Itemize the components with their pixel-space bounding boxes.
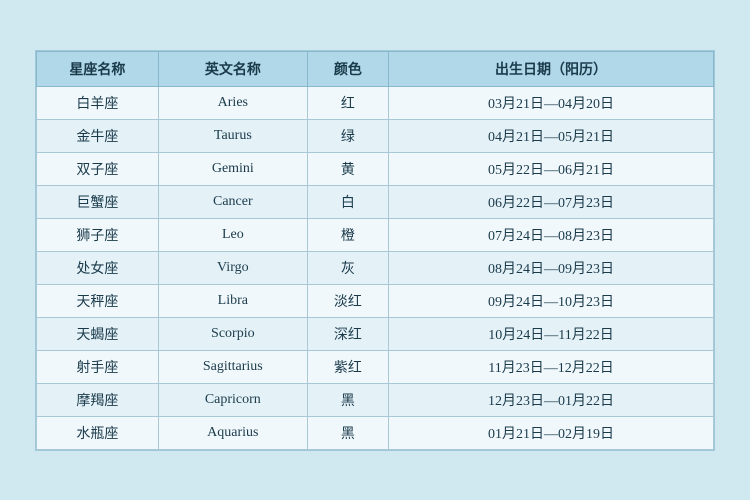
table-row: 水瓶座Aquarius黑01月21日—02月19日	[37, 416, 714, 449]
table-row: 处女座Virgo灰08月24日—09月23日	[37, 251, 714, 284]
table-body: 白羊座Aries红03月21日—04月20日金牛座Taurus绿04月21日—0…	[37, 86, 714, 449]
cell-color: 淡红	[307, 284, 388, 317]
table-row: 金牛座Taurus绿04月21日—05月21日	[37, 119, 714, 152]
cell-color: 黑	[307, 383, 388, 416]
cell-color: 红	[307, 86, 388, 119]
cell-date: 10月24日—11月22日	[389, 317, 714, 350]
cell-chinese: 狮子座	[37, 218, 159, 251]
table-row: 射手座Sagittarius紫红11月23日—12月22日	[37, 350, 714, 383]
header-color: 颜色	[307, 51, 388, 86]
cell-chinese: 水瓶座	[37, 416, 159, 449]
cell-date: 05月22日—06月21日	[389, 152, 714, 185]
cell-color: 白	[307, 185, 388, 218]
table-row: 双子座Gemini黄05月22日—06月21日	[37, 152, 714, 185]
cell-chinese: 射手座	[37, 350, 159, 383]
cell-english: Sagittarius	[158, 350, 307, 383]
cell-english: Gemini	[158, 152, 307, 185]
cell-chinese: 摩羯座	[37, 383, 159, 416]
cell-date: 11月23日—12月22日	[389, 350, 714, 383]
cell-chinese: 金牛座	[37, 119, 159, 152]
cell-chinese: 白羊座	[37, 86, 159, 119]
table-row: 狮子座Leo橙07月24日—08月23日	[37, 218, 714, 251]
cell-english: Cancer	[158, 185, 307, 218]
table-row: 天蝎座Scorpio深红10月24日—11月22日	[37, 317, 714, 350]
header-date: 出生日期（阳历）	[389, 51, 714, 86]
table-header-row: 星座名称 英文名称 颜色 出生日期（阳历）	[37, 51, 714, 86]
cell-chinese: 处女座	[37, 251, 159, 284]
cell-english: Leo	[158, 218, 307, 251]
cell-english: Libra	[158, 284, 307, 317]
table-row: 摩羯座Capricorn黑12月23日—01月22日	[37, 383, 714, 416]
cell-date: 09月24日—10月23日	[389, 284, 714, 317]
cell-color: 黑	[307, 416, 388, 449]
cell-date: 01月21日—02月19日	[389, 416, 714, 449]
cell-color: 黄	[307, 152, 388, 185]
zodiac-table: 星座名称 英文名称 颜色 出生日期（阳历） 白羊座Aries红03月21日—04…	[36, 51, 714, 450]
cell-english: Aquarius	[158, 416, 307, 449]
cell-color: 橙	[307, 218, 388, 251]
zodiac-table-container: 星座名称 英文名称 颜色 出生日期（阳历） 白羊座Aries红03月21日—04…	[35, 50, 715, 451]
cell-chinese: 巨蟹座	[37, 185, 159, 218]
table-row: 白羊座Aries红03月21日—04月20日	[37, 86, 714, 119]
header-chinese: 星座名称	[37, 51, 159, 86]
cell-english: Capricorn	[158, 383, 307, 416]
cell-date: 06月22日—07月23日	[389, 185, 714, 218]
cell-color: 绿	[307, 119, 388, 152]
cell-date: 04月21日—05月21日	[389, 119, 714, 152]
table-row: 天秤座Libra淡红09月24日—10月23日	[37, 284, 714, 317]
header-english: 英文名称	[158, 51, 307, 86]
cell-chinese: 天秤座	[37, 284, 159, 317]
cell-english: Taurus	[158, 119, 307, 152]
cell-chinese: 双子座	[37, 152, 159, 185]
cell-date: 03月21日—04月20日	[389, 86, 714, 119]
cell-color: 深红	[307, 317, 388, 350]
table-row: 巨蟹座Cancer白06月22日—07月23日	[37, 185, 714, 218]
cell-color: 灰	[307, 251, 388, 284]
cell-date: 12月23日—01月22日	[389, 383, 714, 416]
cell-date: 07月24日—08月23日	[389, 218, 714, 251]
cell-color: 紫红	[307, 350, 388, 383]
cell-chinese: 天蝎座	[37, 317, 159, 350]
cell-english: Aries	[158, 86, 307, 119]
cell-english: Virgo	[158, 251, 307, 284]
cell-date: 08月24日—09月23日	[389, 251, 714, 284]
cell-english: Scorpio	[158, 317, 307, 350]
